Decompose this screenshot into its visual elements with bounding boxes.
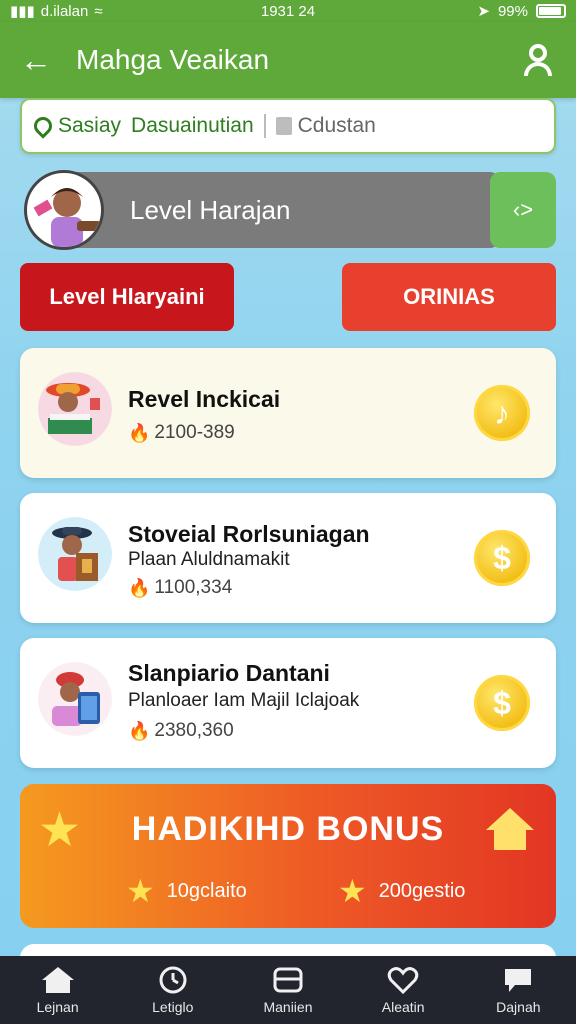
filter-label: Dasuainutian [131, 114, 254, 137]
coin-symbol: $ [493, 539, 511, 576]
bonus-item-label: 200gestio [378, 879, 466, 902]
item-avatar [38, 662, 112, 736]
nav-label: Maniien [263, 999, 313, 1015]
item-price: 🔥 1100,334 [128, 577, 232, 599]
flame-icon: 🔥 [128, 577, 151, 598]
coin-symbol: $ [493, 684, 511, 721]
level-row: Level Harajan ‹> [20, 170, 556, 250]
page-title: Mahga Veaikan [76, 44, 270, 75]
home-icon [41, 967, 74, 993]
heart-icon [387, 967, 419, 995]
item-name: Stoveial Rorlsuniagan [128, 521, 370, 547]
list-item[interactable]: Slanpiario Dantani Planloaer Iam Majil I… [20, 638, 556, 768]
coin-icon[interactable]: $ [474, 530, 530, 586]
battery-icon [536, 4, 566, 18]
item-avatar [38, 517, 112, 591]
item-price-value: 2380,360 [154, 720, 234, 741]
chat-icon [505, 969, 532, 992]
item-price: 🔥 2380,360 [128, 720, 234, 742]
clock: 1931 24 [260, 2, 316, 20]
item-subtitle: Planloaer Iam Majil Iclajoak [128, 690, 360, 711]
star-icon: ★ [126, 873, 155, 909]
nav-item-clock[interactable]: Letiglo [123, 965, 223, 1015]
level-selector[interactable]: Level Harajan [50, 172, 500, 248]
bookseller-avatar-icon [38, 517, 112, 591]
box-icon [275, 117, 292, 135]
action-buttons: Level Hlaryaini ORINIAS [20, 263, 556, 331]
back-arrow-icon[interactable]: ← [20, 42, 60, 79]
tag-icon [30, 113, 56, 139]
clock-icon [159, 966, 187, 994]
coin-symbol: ♪ [494, 394, 510, 431]
nav-item-chat[interactable]: Dajnah [468, 965, 568, 1015]
nav-label: Dajnah [496, 999, 541, 1015]
app-bar: ← Mahga Veaikan [0, 22, 576, 98]
flame-icon: 🔥 [128, 720, 151, 741]
nav-label: Letiglo [152, 999, 194, 1015]
nav-item-home[interactable]: Lejnan [8, 965, 108, 1015]
item-subtitle: Plaan Aluldnamakit [128, 549, 290, 570]
star-icon: ★ [338, 873, 367, 909]
avatar [24, 170, 104, 250]
flame-icon: 🔥 [128, 422, 151, 443]
item-price-value: 2100-389 [154, 422, 235, 443]
nav-item-tray[interactable]: Maniien [238, 965, 338, 1015]
coin-icon[interactable]: ♪ [474, 385, 530, 441]
item-price-value: 1100,334 [154, 577, 233, 598]
level-label: Level Harajan [130, 194, 291, 225]
nav-label: Lejnan [36, 999, 79, 1015]
status-bar: ▮▮▮ d.ilalan ≈ 1931 24 ➤ 99% [0, 0, 576, 22]
user-icon[interactable] [520, 42, 556, 78]
item-name: Revel Inckicai [128, 386, 281, 412]
house-icon [486, 808, 534, 850]
filter-tab-cdustan[interactable]: Cdustan [275, 114, 376, 138]
filter-tab-dasuainutian[interactable]: Dasuainutian [131, 114, 266, 138]
bottom-nav: Lejnan Letiglo Maniien Aleatin Dajnah [0, 956, 576, 1024]
filter-bar: Sasiay Dasuainutian Cdustan [20, 98, 556, 154]
list-item[interactable]: Stoveial Rorlsuniagan Plaan Aluldnamakit… [20, 493, 556, 623]
tray-icon [273, 967, 303, 993]
bonus-item-2: ★ 200gestio [338, 872, 465, 910]
filter-label: Sasiay [58, 114, 122, 137]
nav-label: Aleatin [381, 999, 425, 1015]
nav-item-heart[interactable]: Aleatin [353, 965, 453, 1015]
bonus-item-label: 10gclaito [166, 879, 247, 902]
level-next-button[interactable]: ‹> [490, 172, 556, 248]
tablet-user-avatar-icon [38, 662, 112, 736]
chevron-right-icon: ‹> [512, 197, 534, 222]
orinias-button[interactable]: ORINIAS [342, 263, 556, 331]
bonus-title: HADIKIHD BONUS [131, 810, 445, 848]
reader-avatar-icon [38, 372, 112, 446]
level-button[interactable]: Level Hlaryaini [20, 263, 234, 331]
item-name: Slanpiario Dantani [128, 660, 330, 686]
item-price: 🔥 2100-389 [128, 422, 235, 444]
filter-label: Cdustan [297, 114, 376, 137]
bonus-banner[interactable]: ★ HADIKIHD BONUS ★ 10gclaito ★ 200gestio [20, 784, 556, 928]
item-avatar [38, 372, 112, 446]
bonus-item-1: ★ 10gclaito [126, 872, 247, 910]
coin-icon[interactable]: $ [474, 675, 530, 731]
filter-tab-sasiay[interactable]: Sasiay [30, 113, 122, 139]
list-item[interactable]: Revel Inckicai 🔥 2100-389 ♪ [20, 348, 556, 478]
